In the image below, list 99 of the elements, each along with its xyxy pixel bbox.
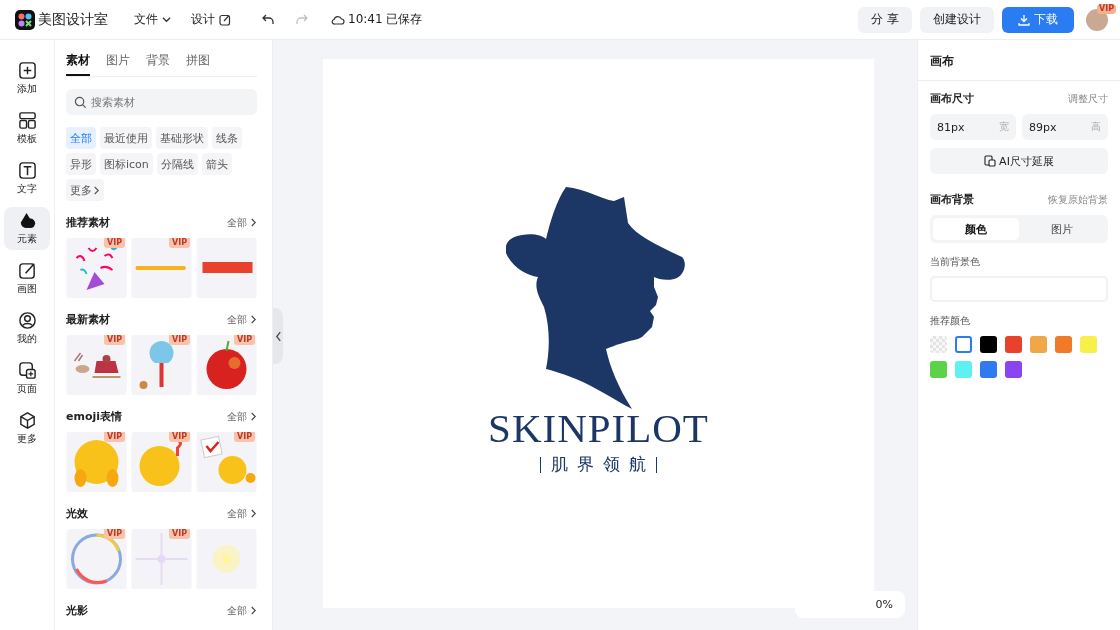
panel-tab[interactable]: 图片 [106,48,130,76]
filter-chip[interactable]: 全部 [66,127,96,149]
download-button[interactable]: 下载 [1002,6,1074,33]
search-icon [74,96,87,109]
menu-button[interactable]: 设计 [191,11,231,28]
panel-tab[interactable]: 素材 [66,48,90,76]
filter-chip[interactable]: 图标icon [100,153,153,175]
segment-tab[interactable]: 图片 [1019,218,1105,240]
action-button[interactable]: 创建设计 [920,6,994,33]
app-logo-icon [15,9,35,30]
text-icon [17,161,37,180]
transparent-swatch[interactable] [930,336,947,353]
cloud-icon [331,13,345,26]
rail-item[interactable]: 页面 [4,357,50,400]
see-all-link[interactable]: 全部 [227,215,257,230]
filter-chip[interactable]: 异形 [66,153,96,175]
chevron-right-icon [250,218,257,227]
section-title: emoji表情 [66,409,123,424]
restore-background-link[interactable]: 恢复原始背景 [1048,192,1108,207]
rail-item[interactable]: 元素 [4,207,50,250]
edit-icon [17,261,37,280]
section-title: 推荐素材 [66,215,110,230]
vip-badge: VIP [103,238,125,248]
color-swatch[interactable] [980,336,997,353]
filter-chip[interactable]: 线条 [212,127,242,149]
chevron-right-icon [93,185,100,195]
vip-badge: VIP [103,335,125,345]
color-swatch[interactable] [930,361,947,378]
zoom-control[interactable]: 0% [795,591,905,618]
section-title: 光效 [66,506,88,521]
save-status: 10:41 已保存 [348,11,423,28]
menu-button[interactable]: 文件 [134,11,171,28]
panel-tab[interactable]: 背景 [146,48,170,76]
field-label: 当前背景色 [930,255,981,269]
color-swatch[interactable] [955,336,972,353]
see-all-link[interactable]: 全部 [227,506,257,521]
add-page-icon [17,361,37,380]
chevron-down-icon [162,15,171,24]
brand-wordmark: SKINPILOT [488,408,709,449]
layout-icon [17,111,37,130]
section-label: 画布尺寸 [930,91,974,106]
chevron-right-icon [250,315,257,324]
user-icon [17,311,37,330]
filter-chip[interactable]: 最近使用 [100,127,152,149]
see-all-link[interactable]: 全部 [227,603,257,618]
panel-title: 画布 [918,40,1120,81]
field-label: 推荐颜色 [930,314,971,328]
vip-badge: VIP [1096,3,1116,14]
unit-label: 高 [1091,120,1101,134]
vip-badge: VIP [168,529,190,539]
vip-badge: VIP [103,529,125,539]
vip-badge: VIP [168,238,190,248]
rail-item[interactable]: 我的 [4,307,50,350]
vip-badge: VIP [233,335,255,345]
more-chip[interactable]: 更多 [66,179,104,201]
see-all-link[interactable]: 全部 [227,312,257,327]
section-title: 最新素材 [66,312,110,327]
color-swatch[interactable] [1005,361,1022,378]
color-swatch[interactable] [1005,336,1022,353]
vip-badge: VIP [168,335,190,345]
canvas-artboard[interactable]: SKINPILOT 肌界领航 [323,59,874,608]
segment-tab[interactable]: 颜色 [933,218,1019,240]
rail-item[interactable]: 模板 [4,107,50,150]
filter-chip[interactable]: 基础形状 [156,127,208,149]
chevron-right-icon [250,412,257,421]
download-icon [1018,13,1030,26]
vip-badge: VIP [233,432,255,442]
ai-extend-button[interactable]: AI尺寸延展 [930,148,1108,174]
resize-icon [984,155,997,167]
filter-chip[interactable]: 分隔线 [156,153,198,175]
filter-chip[interactable]: 箭头 [201,153,232,175]
vip-badge: VIP [168,432,190,442]
brand-tagline: 肌界领航 [551,453,655,476]
rail-item[interactable]: 文字 [4,157,50,200]
rail-item[interactable]: 更多 [4,407,50,450]
action-button[interactable]: 分 享 [858,6,912,33]
color-swatch[interactable] [980,361,997,378]
chevron-right-icon [250,606,257,615]
app-name: 美图设计室 [38,10,108,29]
color-swatch[interactable] [1055,336,1072,353]
rail-item[interactable]: 添加 [4,57,50,100]
section-label: 画布背景 [930,192,974,207]
rail-item[interactable]: 画图 [4,257,50,300]
color-swatch[interactable] [1030,336,1047,353]
color-swatch[interactable] [1080,336,1097,353]
undo-button[interactable] [261,12,275,27]
plus-icon [17,61,37,80]
panel-tab[interactable]: 拼图 [186,48,210,76]
unit-label: 宽 [999,120,1009,134]
edit-icon [219,13,231,26]
see-all-link[interactable]: 全部 [227,409,257,424]
search-field[interactable]: 搜索素材 [66,89,257,115]
vip-badge: VIP [103,432,125,442]
color-swatch[interactable] [955,361,972,378]
section-title: 光影 [66,603,88,618]
chevron-right-icon [250,509,257,518]
collapse-handle[interactable] [273,308,283,364]
adjust-size-link[interactable]: 调整尺寸 [1068,91,1108,106]
cube-icon [17,411,37,430]
